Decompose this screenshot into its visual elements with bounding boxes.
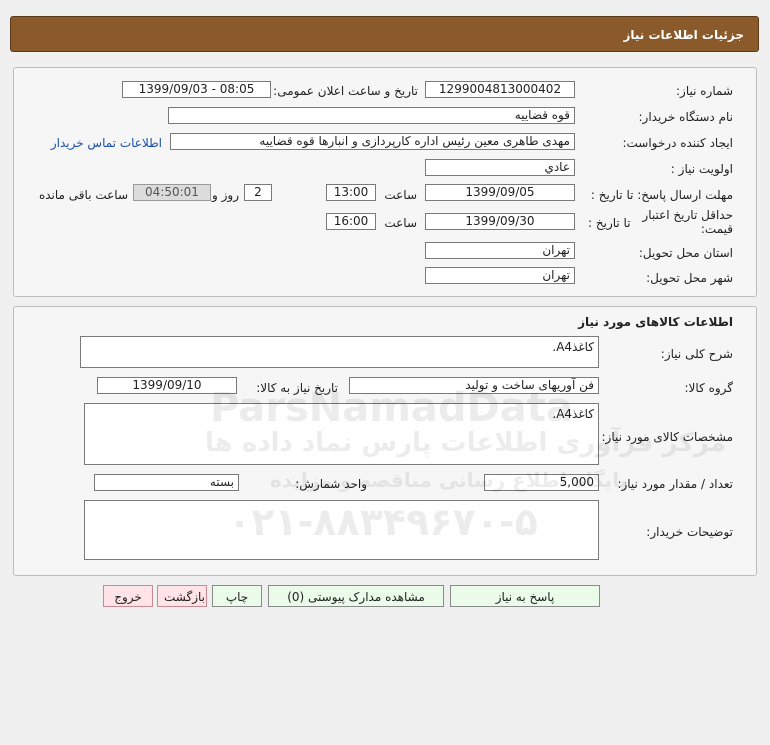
page-title: جزئیات اطلاعات نیاز	[623, 28, 744, 42]
remaining-time-label: ساعت باقی مانده	[38, 188, 128, 202]
requester-field: مهدی طاهری معین رئیس اداره کارپردازی و ا…	[170, 133, 575, 150]
days-suffix-label: روز و	[212, 188, 239, 202]
quantity-field: 5,000	[484, 474, 599, 491]
need-number-label: شماره نیاز:	[676, 84, 733, 98]
validity-time-label: ساعت	[384, 216, 417, 230]
province-label: استان محل تحویل:	[638, 246, 733, 260]
priority-label: اولویت نیاز :	[670, 162, 733, 176]
print-button[interactable]: چاپ	[212, 585, 262, 607]
summary-label: شرح کلی نیاز:	[660, 347, 733, 361]
need-info-panel	[13, 67, 757, 297]
buyer-notes-field	[84, 500, 599, 560]
buyer-org-field: قوه قضاییه	[168, 107, 575, 124]
summary-field: کاغذA4.	[80, 336, 599, 368]
city-label: شهر محل تحویل:	[646, 271, 733, 285]
reply-button[interactable]: پاسخ به نیاز	[450, 585, 600, 607]
attachments-button[interactable]: مشاهده مدارک پیوستی (0)	[268, 585, 444, 607]
goods-group-label: گروه کالا:	[684, 381, 734, 395]
reply-time-field: 13:00	[326, 184, 376, 201]
goods-section-title: اطلاعات کالاهای مورد نیاز	[578, 315, 733, 329]
reply-deadline-label: مهلت ارسال پاسخ: تا تاریخ :	[590, 188, 733, 202]
validity-date-field: 1399/09/30	[425, 213, 575, 230]
remaining-days-field: 2	[244, 184, 272, 201]
validity-time-field: 16:00	[326, 213, 376, 230]
back-button[interactable]: بازگشت	[157, 585, 207, 607]
validity-until-label: تا تاریخ :	[588, 216, 631, 230]
quantity-label: تعداد / مقدار مورد نیاز:	[617, 477, 733, 491]
page-header: جزئیات اطلاعات نیاز	[10, 16, 759, 52]
need-date-field: 1399/09/10	[97, 377, 237, 394]
buyer-contact-link[interactable]: اطلاعات تماس خریدار	[51, 136, 162, 150]
need-date-label: تاریخ نیاز به کالا:	[256, 381, 338, 395]
unit-field: بسته	[94, 474, 239, 491]
requester-label: ایجاد کننده درخواست:	[622, 136, 733, 150]
countdown-timer: 04:50:01	[133, 184, 211, 201]
unit-label: واحد شمارش:	[295, 477, 367, 491]
exit-button[interactable]: خروج	[103, 585, 153, 607]
announce-date-label: تاریخ و ساعت اعلان عمومی:	[273, 84, 418, 98]
buyer-org-label: نام دستگاه خریدار:	[638, 110, 734, 124]
city-field: تهران	[425, 267, 575, 284]
specs-field: کاغذA4.	[84, 403, 599, 465]
province-field: تهران	[425, 242, 575, 259]
goods-group-field: فن آوریهای ساخت و تولید	[349, 377, 599, 394]
need-number-field: 1299004813000402	[425, 81, 575, 98]
specs-label: مشخصات کالای مورد نیاز:	[601, 430, 733, 444]
reply-date-field: 1399/09/05	[425, 184, 575, 201]
priority-field: عادي	[425, 159, 575, 176]
price-validity-label: حداقل تاریخ اعتبار قیمت:	[642, 208, 733, 236]
reply-time-label: ساعت	[384, 188, 417, 202]
announce-date-field: 1399/09/03 - 08:05	[122, 81, 271, 98]
buyer-notes-label: توضیحات خریدار:	[646, 525, 733, 539]
